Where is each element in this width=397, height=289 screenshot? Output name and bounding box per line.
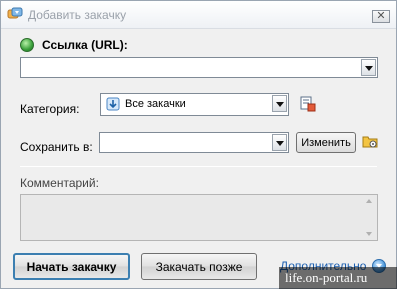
add-download-dialog: Добавить закачку ✕ Ссылка (URL): Категор… — [0, 0, 397, 289]
category-value: Все закачки — [125, 98, 186, 110]
folder-icon[interactable] — [362, 134, 379, 149]
app-icon — [7, 7, 23, 19]
close-button[interactable]: ✕ — [372, 10, 390, 23]
category-dropdown-arrow[interactable] — [272, 95, 287, 112]
url-label: Ссылка (URL): — [42, 38, 128, 52]
category-manage-icon[interactable] — [300, 96, 316, 112]
comment-scrollbar[interactable] — [362, 195, 377, 240]
start-download-button[interactable]: Начать закачку — [13, 253, 130, 280]
scroll-up-icon[interactable] — [366, 199, 372, 203]
comment-label: Комментарий: — [20, 176, 99, 190]
title-bar: Добавить закачку ✕ — [1, 1, 396, 29]
category-select[interactable]: Все закачки — [100, 93, 289, 116]
save-path-dropdown-arrow[interactable] — [272, 134, 287, 151]
url-input[interactable] — [20, 57, 378, 78]
url-dropdown-arrow[interactable] — [361, 59, 376, 76]
download-later-button[interactable]: Закачать позже — [141, 253, 257, 280]
watermark: life.on-portal.ru — [279, 267, 397, 289]
comment-field[interactable] — [20, 194, 378, 241]
close-icon: ✕ — [376, 9, 386, 22]
save-to-label: Сохранить в: — [20, 140, 93, 154]
save-path-input[interactable] — [99, 132, 289, 153]
download-category-icon — [106, 97, 120, 111]
window-title: Добавить закачку — [28, 8, 127, 22]
scroll-down-icon[interactable] — [366, 232, 372, 236]
globe-icon — [20, 38, 34, 52]
divider — [20, 166, 377, 167]
category-label: Категория: — [20, 102, 80, 116]
change-folder-button[interactable]: Изменить — [296, 132, 356, 153]
